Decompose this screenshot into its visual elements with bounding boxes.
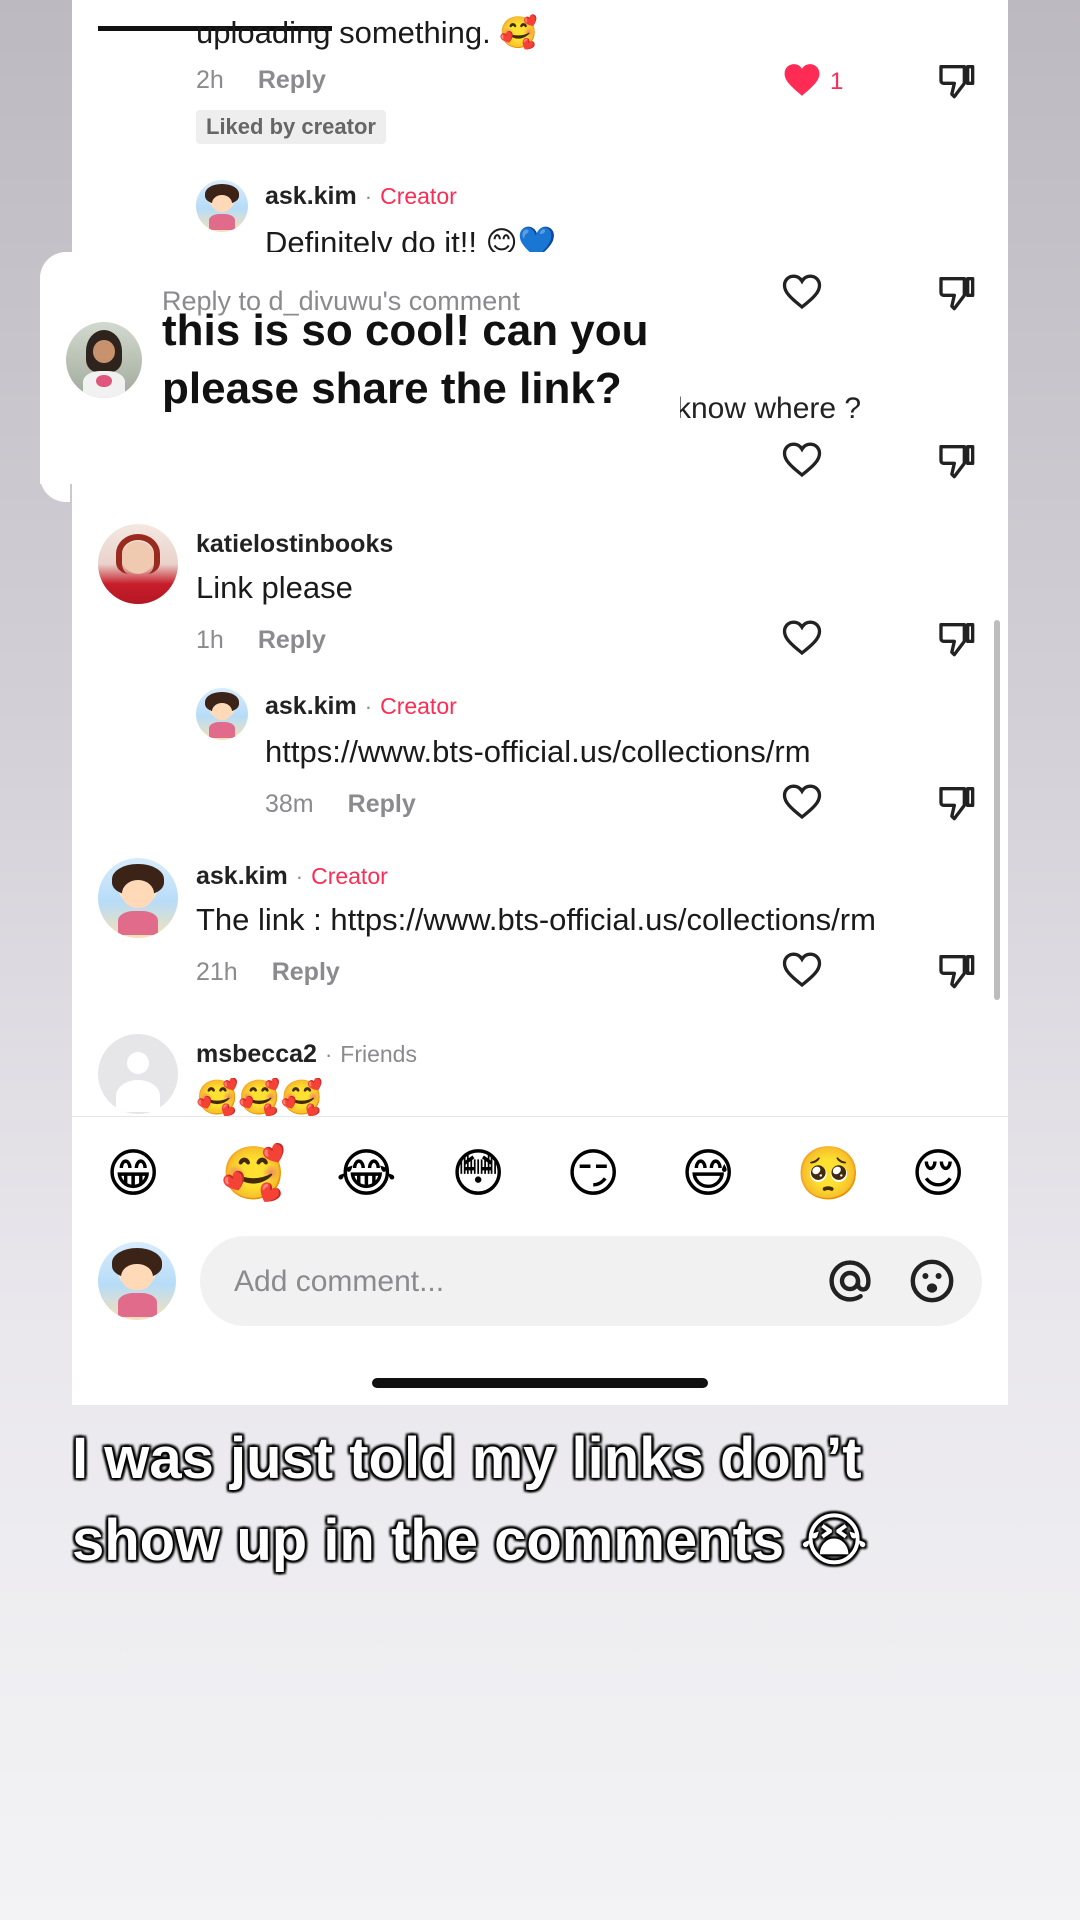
reply-button[interactable]: Reply <box>348 790 416 818</box>
comment-composer[interactable] <box>200 1236 982 1328</box>
popup-tail <box>40 470 70 502</box>
reply-body: https://www.bts-official.us/collections/… <box>265 734 811 769</box>
comment-time: 21h <box>196 958 238 986</box>
avatar[interactable] <box>98 524 178 604</box>
dislike-icon[interactable] <box>936 618 976 658</box>
avatar[interactable] <box>98 858 178 938</box>
heart-icon[interactable] <box>782 782 822 822</box>
heart-icon[interactable] <box>782 950 822 990</box>
heart-icon[interactable] <box>782 440 822 480</box>
my-avatar[interactable] <box>98 1242 176 1320</box>
creator-label: Creator <box>311 863 388 889</box>
emoji-hearts[interactable]: 🥰 <box>221 1148 286 1200</box>
reply-header: ask.kim · Creator <box>265 182 457 210</box>
like-count: 1 <box>830 68 844 95</box>
comment-time: 1h <box>196 626 224 654</box>
comment-header: ask.kim · Creator <box>196 862 388 890</box>
avatar[interactable] <box>196 180 248 232</box>
dislike-icon[interactable] <box>936 950 976 990</box>
username[interactable]: katielostinbooks <box>196 530 393 559</box>
smiley-icon[interactable] <box>908 1257 956 1305</box>
dislike-icon[interactable] <box>936 272 976 312</box>
emoji-joy[interactable]: 😂 <box>336 1148 397 1200</box>
reply-meta: 38m Reply <box>265 790 416 819</box>
comment-body: 🥰🥰🥰 <box>196 1079 324 1116</box>
reply-button[interactable]: Reply <box>258 626 326 654</box>
comment-meta: 21h Reply <box>196 958 340 987</box>
video-caption: I was just told my links don’t show up i… <box>72 1426 869 1573</box>
comment-body: The link : https://www.bts-official.us/c… <box>196 902 876 937</box>
emoji-flushed[interactable]: 😳 <box>451 1148 505 1200</box>
reply-popup: Reply to d_divuwu's comment this is so c… <box>40 252 680 484</box>
username[interactable]: ask.kim <box>265 692 357 720</box>
friends-label: Friends <box>340 1041 417 1067</box>
dislike-icon[interactable] <box>936 782 976 822</box>
username[interactable]: msbecca2 <box>196 1040 317 1068</box>
comment-body: Link please <box>196 570 353 605</box>
username[interactable]: ask.kim <box>265 182 357 210</box>
comments-sheet: uploading something. 🥰 2h Reply 1 Liked b… <box>72 0 1008 1405</box>
comment-time: 2h <box>196 66 224 94</box>
scrollbar[interactable] <box>994 620 1000 1000</box>
avatar[interactable] <box>196 688 248 740</box>
comment-header: msbecca2 · Friends <box>196 1040 417 1068</box>
heart-icon[interactable] <box>782 618 822 658</box>
popup-comment-text: this is so cool! can you please share th… <box>162 306 649 413</box>
emoji-grin[interactable]: 😁 <box>106 1148 160 1200</box>
username[interactable]: ask.kim <box>196 862 288 890</box>
emoji-sweat-smile[interactable]: 😅 <box>681 1148 735 1200</box>
emoji-relieved[interactable]: 😌 <box>911 1148 965 1200</box>
home-indicator[interactable] <box>372 1378 708 1388</box>
avatar <box>66 322 142 398</box>
reply-button[interactable]: Reply <box>272 958 340 986</box>
comment-body-partial: know where ? <box>676 392 862 425</box>
heart-icon[interactable] <box>782 272 822 312</box>
reply-header: ask.kim · Creator <box>265 692 457 720</box>
dislike-icon[interactable] <box>936 60 976 100</box>
heart-filled-icon[interactable] <box>783 62 821 98</box>
avatar[interactable] <box>98 1034 178 1114</box>
reply-button[interactable]: Reply <box>258 66 326 94</box>
comment-meta: 1h Reply <box>196 626 326 655</box>
creator-label: Creator <box>380 693 457 719</box>
liked-by-creator-badge: Liked by creator <box>196 110 386 144</box>
dislike-icon[interactable] <box>936 440 976 480</box>
creator-label: Creator <box>380 183 457 209</box>
emoji-smirk[interactable]: 😏 <box>566 1148 620 1200</box>
comment-meta: 2h Reply <box>196 66 326 95</box>
comment-body: uploading something. 🥰 <box>196 15 538 50</box>
at-icon[interactable] <box>826 1257 874 1305</box>
emoji-pleading[interactable]: 🥺 <box>796 1148 861 1200</box>
divider <box>72 1116 1008 1117</box>
comment-input[interactable] <box>232 1236 796 1328</box>
comment-time: 38m <box>265 790 314 818</box>
